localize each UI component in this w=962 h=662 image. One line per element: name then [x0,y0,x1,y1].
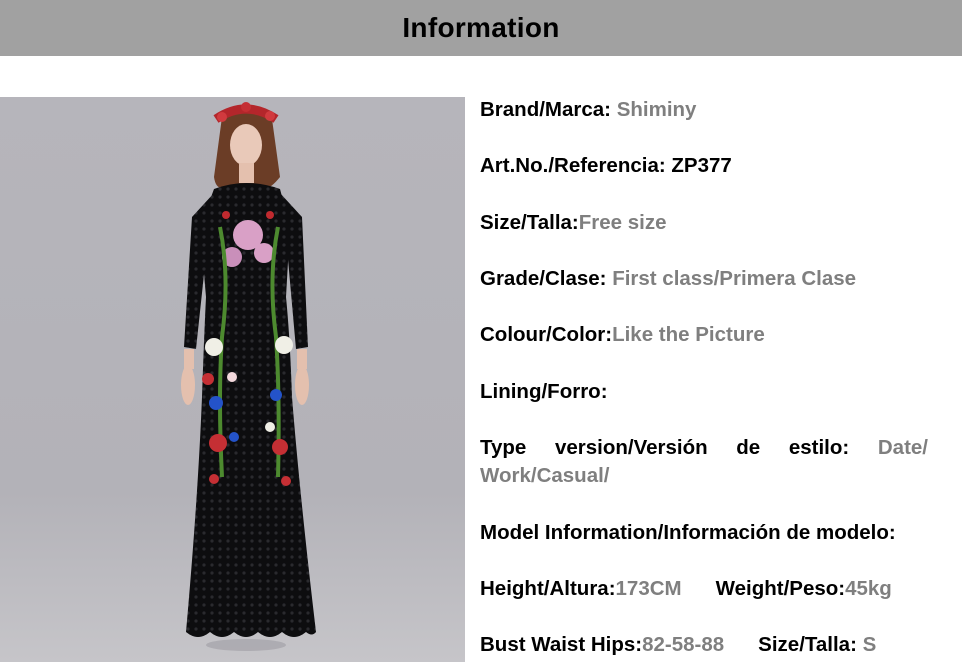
type-label: Type version/Versión de estilo: [480,436,850,459]
colour-value: Like the Picture [612,323,765,346]
bust-value: 82-58-88 [642,633,725,656]
model-info-row: Model Information/Información de modelo: [480,519,896,547]
art-row: Art.No./Referencia: ZP377 [480,152,732,180]
model-dress-illustration [0,97,465,662]
size-label: Size/Talla: [480,211,579,234]
height-weight-row: Height/Altura:173CM Weight/Peso:45kg [480,575,892,603]
lining-label: Lining/Forro: [480,380,608,403]
colour-label: Colour/Color: [480,323,613,346]
product-photo [0,97,465,662]
model-info-label: Model Information/Información de modelo: [480,521,896,544]
grade-label: Grade/Clase: [480,267,607,290]
colour-row: Colour/Color:Like the Picture [480,321,765,349]
art-label: Art.No./Referencia: [480,154,666,177]
brand-value: Shiminy [616,98,697,121]
lining-row: Lining/Forro: [480,378,608,406]
size-value: Free size [578,211,667,234]
art-value: ZP377 [671,154,732,177]
model-size-label: Size/Talla: [758,633,857,656]
model-size-value: S [862,633,877,656]
weight-label: Weight/Peso: [715,577,846,600]
type-row: Type version/Versión de estilo: Date/ Wo… [480,434,928,490]
grade-value: First class/Primera Clase [612,267,857,290]
weight-value: 45kg [845,577,892,600]
brand-label: Brand/Marca: [480,98,612,121]
height-value: 173CM [615,577,682,600]
brand-row: Brand/Marca: Shiminy [480,96,696,124]
grade-row: Grade/Clase: First class/Primera Clase [480,265,856,293]
page-title: Information [402,12,560,43]
height-label: Height/Altura: [480,577,616,600]
header-bar: Information [0,0,962,56]
bust-size-row: Bust Waist Hips:82-58-88 Size/Talla: S [480,631,876,659]
bust-label: Bust Waist Hips: [480,633,643,656]
size-row: Size/Talla:Free size [480,209,667,237]
